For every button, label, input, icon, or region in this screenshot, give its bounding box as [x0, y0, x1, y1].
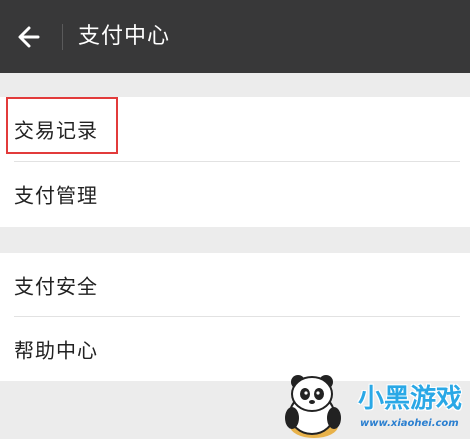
watermark-brand-text: 小黑游戏 [358, 384, 463, 414]
menu-item-payment-security[interactable]: 支付安全 [0, 253, 470, 317]
watermark-logo: 小黑游戏 www.xiaohei.com [268, 368, 470, 439]
menu-item-label: 支付管理 [14, 183, 98, 208]
header-divider [62, 24, 63, 50]
settings-group-1: 交易记录 支付管理 [0, 97, 470, 227]
panda-mascot-icon [285, 375, 341, 438]
top-app-bar: 支付中心 [0, 0, 470, 73]
watermark-url: www.xiaohei.com [360, 418, 459, 429]
arrow-left-icon [18, 26, 40, 48]
page-title: 支付中心 [78, 24, 171, 49]
menu-item-label: 交易记录 [14, 118, 98, 143]
menu-item-label: 帮助中心 [14, 338, 98, 363]
settings-group-2: 支付安全 帮助中心 [0, 253, 470, 381]
back-button[interactable] [10, 18, 48, 56]
menu-item-transaction-records[interactable]: 交易记录 [0, 97, 470, 161]
menu-item-label: 支付安全 [14, 274, 98, 299]
menu-item-payment-management[interactable]: 支付管理 [0, 162, 470, 226]
